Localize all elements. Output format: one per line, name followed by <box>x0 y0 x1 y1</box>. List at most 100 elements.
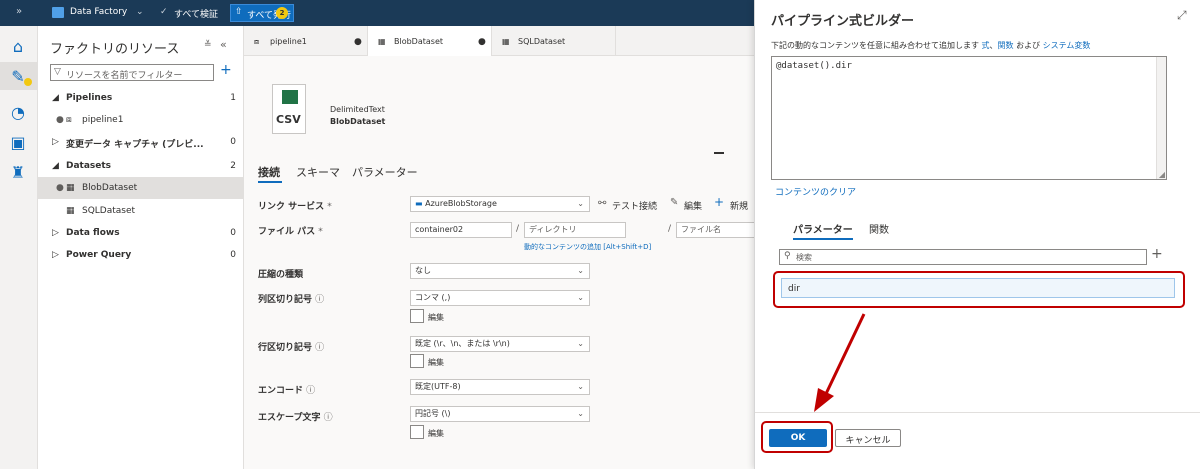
compression-select[interactable]: なし ⌄ <box>410 263 590 279</box>
subtab-parameters[interactable]: パラメーター <box>352 164 418 180</box>
tree-sqldataset[interactable]: ▦ SQLDataset <box>38 200 244 222</box>
tab-functions[interactable]: 関数 <box>869 221 889 236</box>
required-mark: * <box>327 202 332 212</box>
tree-dataflows[interactable]: ▷ Data flows 0 <box>38 222 244 244</box>
tree-powerquery[interactable]: ▷ Power Query 0 <box>38 244 244 266</box>
subtab-connection[interactable]: 接続 <box>258 164 280 180</box>
column-delim-edit-label: 編集 <box>428 313 444 322</box>
add-icon[interactable]: + <box>1151 246 1163 262</box>
tab-blobdataset[interactable]: ▦ BlobDataset ● <box>368 26 492 56</box>
tree-cdc[interactable]: ▷ 変更データ キャプチャ (プレビ... 0 <box>38 131 244 153</box>
row-delim-label: 行区切り記号 ⓘ <box>258 340 324 353</box>
subtab-schema[interactable]: スキーマ <box>296 164 340 180</box>
tree-pipeline1[interactable]: ● ⧈ pipeline1 <box>38 109 244 131</box>
caret-down-icon: ◢ <box>52 93 59 103</box>
chevron-down-icon: ⌄ <box>577 339 584 348</box>
filename-input[interactable]: ファイル名 <box>676 222 754 238</box>
cancel-button[interactable]: キャンセル <box>835 429 901 447</box>
tab-sqldataset[interactable]: ▦ SQLDataset <box>492 26 616 56</box>
editor-scrollbar[interactable] <box>1156 57 1166 179</box>
datasets-count: 2 <box>230 161 236 171</box>
row-delim-edit-checkbox[interactable] <box>410 354 424 368</box>
directory-input[interactable]: ディレクトリ <box>524 222 626 238</box>
validate-all-button[interactable]: すべて検証 <box>174 7 218 20</box>
info-icon[interactable]: ⓘ <box>315 343 324 353</box>
tab-pipeline1[interactable]: ⧈ pipeline1 ● <box>244 26 368 56</box>
graduation-cap-icon[interactable]: ♜ <box>8 162 28 182</box>
collapse-all-icon[interactable]: ≚ <box>204 40 212 50</box>
param-list-item[interactable]: dir <box>781 278 1175 298</box>
chevron-down-icon: ⌄ <box>577 266 584 275</box>
expand-icon[interactable]: ⤢ <box>1177 8 1187 23</box>
info-icon[interactable]: ⓘ <box>306 386 315 396</box>
column-delim-label: 列区切り記号 ⓘ <box>258 292 324 305</box>
escape-edit-checkbox[interactable] <box>410 425 424 439</box>
chevron-down-icon[interactable]: ⌄ <box>136 7 144 17</box>
column-delim-select[interactable]: コンマ (,) ⌄ <box>410 290 590 306</box>
linked-service-label-text: リンク サービス <box>258 202 325 212</box>
pipeline-icon: ⧈ <box>254 37 260 46</box>
functions-link[interactable]: 関数 <box>998 41 1014 50</box>
escape-label: エスケープ文字 ⓘ <box>258 410 333 423</box>
row-delim-select[interactable]: 既定 (\r、\n、または \r\n) ⌄ <box>410 336 590 352</box>
cdc-label: 変更データ キャプチャ (プレビ... <box>66 140 204 150</box>
arrow-head <box>814 388 834 412</box>
filepath-label-text: ファイル パス <box>258 227 316 237</box>
dataset-editor: ⧈ pipeline1 ● ▦ BlobDataset ● ▦ SQLDatas… <box>244 26 754 469</box>
resources-title: ファクトリのリソース <box>50 42 180 57</box>
info-icon[interactable]: ⓘ <box>315 295 324 305</box>
excel-glyph-icon <box>282 90 298 104</box>
unsaved-dot-icon[interactable]: ● <box>478 37 486 47</box>
expressions-link[interactable]: 式 <box>982 41 990 50</box>
dataflows-label: Data flows <box>66 228 120 238</box>
tree-pipelines[interactable]: ◢ Pipelines 1 <box>38 87 244 109</box>
filepath-label: ファイル パス * <box>258 224 323 237</box>
ok-button[interactable]: OK <box>769 429 827 447</box>
new-linked-service-button[interactable]: 新規 <box>730 199 748 212</box>
escape-select[interactable]: 円記号 (\) ⌄ <box>410 406 590 422</box>
monitor-icon[interactable]: ◔ <box>8 102 28 122</box>
tab-parameters[interactable]: パラメーター <box>793 221 853 236</box>
system-variables-link[interactable]: システム変数 <box>1043 41 1091 50</box>
unsaved-dot-icon: ● <box>56 183 64 193</box>
collapse-pane-icon[interactable]: « <box>220 38 227 51</box>
toolbox-icon[interactable]: ▣ <box>8 132 28 152</box>
encoding-label: エンコード ⓘ <box>258 383 315 396</box>
author-badge <box>24 78 32 86</box>
factory-name[interactable]: Data Factory <box>70 7 127 17</box>
column-delim-edit-checkbox[interactable] <box>410 309 424 323</box>
table-icon: ▦ <box>502 37 510 46</box>
clear-content-link[interactable]: コンテンツのクリア <box>775 185 856 198</box>
test-connection-button[interactable]: テスト接続 <box>612 199 657 212</box>
row-delim-label-text: 行区切り記号 <box>258 343 313 353</box>
expression-editor[interactable]: @dataset().dir ◢ <box>771 56 1167 180</box>
row-delim-edit-label: 編集 <box>428 358 444 367</box>
tab-blobdataset-label: BlobDataset <box>394 37 444 46</box>
filter-input[interactable]: ▽ リソースを名前でフィルター <box>50 64 214 81</box>
linked-service-select[interactable]: ▬ AzureBlobStorage ⌄ <box>410 196 590 212</box>
param-search-input[interactable]: ⚲ 検索 <box>779 249 1147 265</box>
resize-grip-icon[interactable]: ◢ <box>1159 170 1165 179</box>
tree-datasets[interactable]: ◢ Datasets 2 <box>38 155 244 177</box>
unsaved-dot-icon[interactable]: ● <box>354 37 362 47</box>
filter-icon: ▽ <box>54 67 61 77</box>
tree-blobdataset[interactable]: ● ▦ BlobDataset <box>38 177 244 199</box>
edit-linked-service-button[interactable]: 編集 <box>684 199 702 212</box>
chevron-down-icon: ⌄ <box>577 199 584 208</box>
add-resource-button[interactable]: + <box>220 62 232 78</box>
add-icon: + <box>714 195 725 209</box>
row-delim-value: 既定 (\r、\n、または \r\n) <box>415 339 510 348</box>
tab-active-underline <box>793 238 853 240</box>
encoding-select[interactable]: 既定(UTF-8) ⌄ <box>410 379 590 395</box>
factory-resources-pane: ファクトリのリソース ≚ « ▽ リソースを名前でフィルター + ◢ Pipel… <box>38 26 244 469</box>
pencil-icon: ✎ <box>670 197 679 208</box>
escape-label-text: エスケープ文字 <box>258 413 321 423</box>
dynamic-content-link[interactable]: 動的なコンテンツの追加 [Alt+Shift+D] <box>524 242 651 252</box>
blobdataset-label: BlobDataset <box>82 183 138 193</box>
adf-studio: » Data Factory ⌄ ✓ すべて検証 ⇧ すべて発行 2 ⌂ ✎ ◔… <box>0 0 1200 469</box>
expand-nav-icon[interactable]: » <box>0 0 38 26</box>
blob-storage-icon: ▬ <box>415 199 423 208</box>
info-icon[interactable]: ⓘ <box>324 413 333 423</box>
container-input[interactable]: container02 <box>410 222 512 238</box>
home-icon[interactable]: ⌂ <box>8 36 28 56</box>
